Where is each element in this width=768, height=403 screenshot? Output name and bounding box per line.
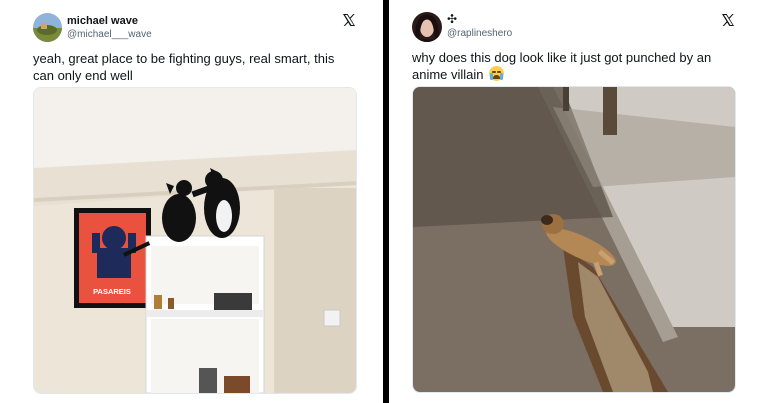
avatar[interactable] [33,13,62,42]
x-logo-icon[interactable] [720,12,736,28]
x-logo-icon[interactable] [341,12,357,28]
tweet-card-right: ✣ @raplineshero why does this dog look l… [389,0,768,403]
display-name-symbol[interactable]: ✣ [447,12,457,26]
display-name[interactable]: michael wave [67,15,138,27]
crying-face-icon [489,66,505,81]
avatar[interactable] [412,12,442,42]
user-handle[interactable]: @michael___wave [67,29,152,40]
tweet-card-left: michael wave @michael___wave yeah, great… [0,0,383,403]
tweet-media-photo[interactable]: PASAREIS [33,87,357,394]
poster: PASAREIS [74,208,151,308]
tweet-text-body: why does this dog look like it just got … [412,50,712,82]
user-handle[interactable]: @raplineshero [447,28,512,39]
avatar-photo [412,12,442,42]
poster-text: PASAREIS [93,287,131,296]
tweet-text: yeah, great place to be fighting guys, r… [33,51,335,83]
white-shelf-unit [145,235,265,393]
light-switch [323,309,341,327]
tweet-media-photo[interactable] [412,86,736,393]
avatar-photo [33,13,62,42]
tweet-text: why does this dog look like it just got … [412,49,732,83]
